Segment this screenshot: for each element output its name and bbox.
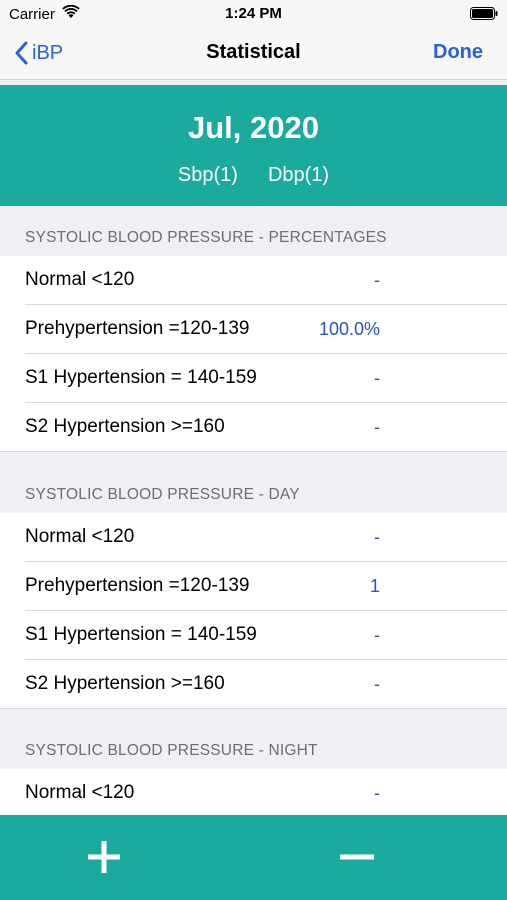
battery-icon (470, 7, 498, 20)
row-value: 1 (369, 576, 380, 596)
row-value: - (374, 625, 380, 645)
row-label: Prehypertension =120-139 (25, 575, 250, 596)
row-label: Normal <120 (25, 269, 135, 290)
summary-header: Jul, 2020 Sbp(1) Dbp(1) (0, 85, 507, 206)
section-header-percentages: SYSTOLIC BLOOD PRESSURE - PERCENTAGES (0, 206, 507, 256)
row-value: - (374, 270, 380, 290)
dbp-count: Dbp(1) (267, 164, 330, 186)
table-row[interactable]: S1 Hypertension = 140-159 - (0, 354, 507, 403)
row-value: - (374, 368, 380, 388)
row-label: S1 Hypertension = 140-159 (25, 367, 257, 388)
status-bar: Carrier 1:24 PM (0, 0, 507, 28)
table-row[interactable]: Prehypertension =120-139 100.0% (0, 305, 507, 354)
remove-button[interactable] (337, 837, 377, 877)
sbp-count: Sbp(1) (177, 164, 238, 186)
table-row[interactable]: Normal <120 - (0, 769, 507, 818)
row-value: - (374, 527, 380, 547)
row-value: - (374, 417, 380, 437)
minus-icon (340, 854, 374, 860)
table-row[interactable]: Normal <120 - (0, 513, 507, 562)
row-label: Prehypertension =120-139 (25, 318, 250, 339)
row-label: Normal <120 (25, 526, 135, 547)
section-header-day: SYSTOLIC BLOOD PRESSURE - DAY (0, 463, 507, 513)
row-label: S2 Hypertension >=160 (25, 416, 225, 437)
summary-counts: Sbp(1) Dbp(1) (0, 164, 507, 187)
table-row[interactable]: S2 Hypertension >=160 - (0, 660, 507, 709)
bottom-toolbar (0, 815, 507, 900)
page-title: Statistical (206, 41, 301, 63)
section-header-night: SYSTOLIC BLOOD PRESSURE - NIGHT (0, 719, 507, 769)
navigation-bar: iBP Statistical Done (0, 28, 507, 80)
done-button[interactable]: Done (433, 41, 483, 64)
row-value: - (374, 783, 380, 803)
table-row[interactable]: S2 Hypertension >=160 - (0, 403, 507, 452)
row-label: Normal <120 (25, 782, 135, 803)
status-time: 1:24 PM (225, 5, 282, 22)
row-label: S2 Hypertension >=160 (25, 673, 225, 694)
table-row[interactable]: Normal <120 - (0, 256, 507, 305)
row-value: 100.0% (318, 319, 380, 339)
add-button[interactable] (84, 837, 124, 877)
row-value: - (374, 674, 380, 694)
row-label: S1 Hypertension = 140-159 (25, 624, 257, 645)
table-row[interactable]: S1 Hypertension = 140-159 - (0, 611, 507, 660)
table-row[interactable]: Prehypertension =120-139 1 (0, 562, 507, 611)
summary-month: Jul, 2020 (188, 110, 319, 145)
plus-icon (88, 841, 120, 873)
